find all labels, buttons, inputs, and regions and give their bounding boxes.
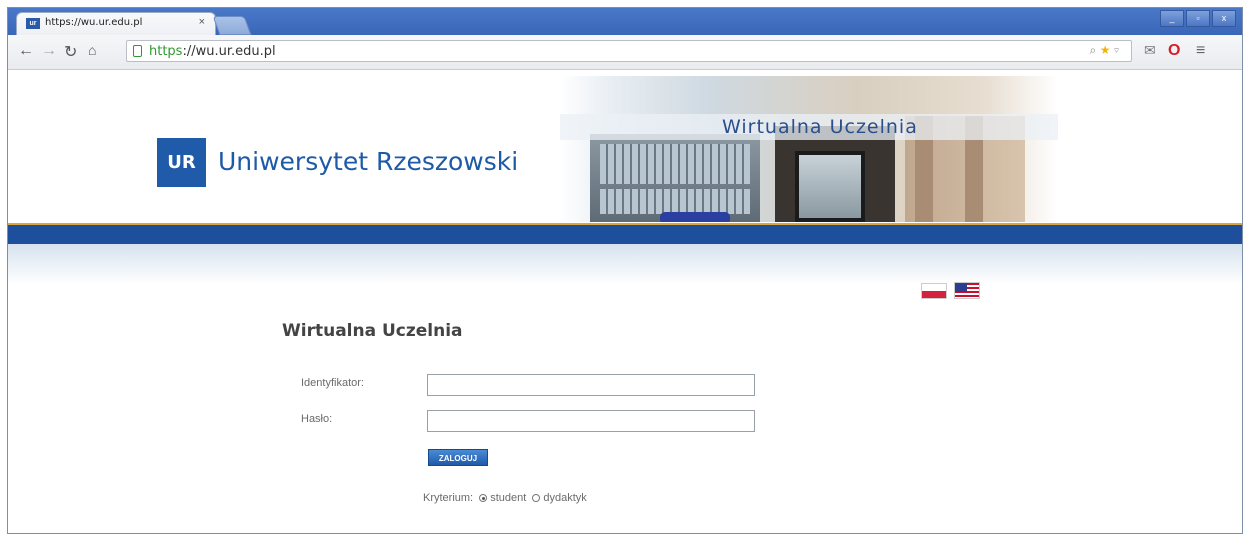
car-image — [660, 212, 730, 222]
login-button[interactable]: ZALOGUJ — [428, 449, 488, 466]
reload-icon[interactable]: ↻ — [64, 42, 77, 62]
university-name: Uniwersytet Rzeszowski — [218, 147, 519, 176]
menu-icon[interactable]: ≡ — [1196, 42, 1205, 60]
password-label: Hasło: — [301, 413, 333, 425]
address-bar[interactable]: https://wu.ur.edu.pl ⌕★▿ — [126, 40, 1132, 62]
browser-toolbar: ← → ↻ ⌂ https://wu.ur.edu.pl ⌕★▿ ✉ O ≡ — [8, 35, 1242, 70]
identifier-input[interactable] — [427, 374, 755, 396]
site-favicon-icon: ur — [26, 18, 40, 29]
browser-tab[interactable]: ur https://wu.ur.edu.pl × — [16, 12, 216, 35]
home-icon[interactable]: ⌂ — [88, 42, 96, 58]
english-flag-icon[interactable] — [954, 282, 980, 299]
polish-flag-icon[interactable] — [921, 283, 947, 299]
window-controls: _ ▫ x — [1160, 10, 1236, 27]
back-arrow-icon[interactable]: ← — [18, 42, 34, 60]
student-radio[interactable]: student — [479, 492, 526, 504]
university-logo[interactable]: UR — [157, 138, 206, 187]
tab-close-icon[interactable]: × — [199, 16, 205, 28]
banner-title: Wirtualna Uczelnia — [722, 116, 918, 138]
building-image — [590, 134, 760, 222]
mail-extension-icon[interactable]: ✉ — [1144, 42, 1156, 59]
minimize-button[interactable]: _ — [1160, 10, 1184, 27]
header-banner-image: Wirtualna Uczelnia — [560, 76, 1058, 222]
forward-arrow-icon[interactable]: → — [41, 42, 57, 60]
omnibox-icons: ⌕★▿ — [1089, 43, 1123, 58]
criterion-label: Kryterium: — [423, 492, 474, 504]
opera-extension-icon[interactable]: O — [1168, 42, 1180, 60]
search-icon[interactable]: ⌕ — [1089, 43, 1100, 57]
bookmark-star-icon[interactable]: ★ — [1100, 43, 1114, 57]
criterion-group: Kryterium: student dydaktyk — [423, 492, 587, 504]
new-tab-button[interactable] — [212, 16, 252, 35]
maximize-button[interactable]: ▫ — [1186, 10, 1210, 27]
tab-title: https://wu.ur.edu.pl — [45, 17, 143, 28]
url-text[interactable]: https://wu.ur.edu.pl — [149, 44, 276, 59]
password-input[interactable] — [427, 410, 755, 432]
student-radio-icon[interactable] — [479, 494, 488, 503]
identifier-label: Identyfikator: — [301, 377, 364, 389]
teacher-radio-icon[interactable] — [532, 494, 541, 503]
close-window-button[interactable]: x — [1212, 10, 1236, 27]
teacher-radio[interactable]: dydaktyk — [532, 492, 587, 504]
page-content: UR Uniwersytet Rzeszowski Wirtualna Ucze… — [8, 70, 1242, 533]
lock-icon — [133, 45, 142, 57]
header-divider-band — [8, 223, 1242, 246]
browser-window: ur https://wu.ur.edu.pl × _ ▫ x ← → ↻ ⌂ … — [7, 7, 1243, 534]
title-bar: ur https://wu.ur.edu.pl × _ ▫ x — [8, 8, 1242, 35]
filter-icon[interactable]: ▿ — [1114, 43, 1123, 57]
login-form-title: Wirtualna Uczelnia — [282, 321, 463, 341]
